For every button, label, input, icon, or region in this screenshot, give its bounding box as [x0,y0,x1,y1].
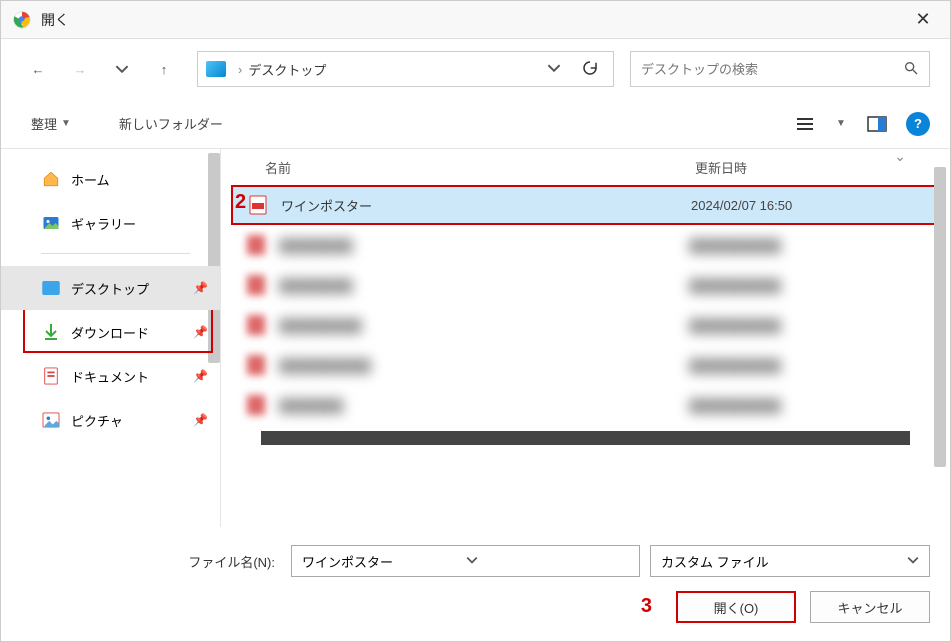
file-name: ワインポスター [281,196,691,215]
sidebar-pictures[interactable]: ピクチャ 📌 [1,398,220,442]
sidebar-gallery[interactable]: ギャラリー [1,201,220,245]
filename-row: ファイル名(N): ワインポスター カスタム ファイル [21,545,930,577]
sidebar-documents-label: ドキュメント [71,367,149,386]
sidebar-downloads[interactable]: ダウンロード 📌 [1,310,220,354]
pin-icon: 📌 [193,369,208,383]
preview-pane-button[interactable] [862,109,892,139]
new-folder-label: 新しいフォルダー [119,114,223,133]
pictures-icon [41,410,61,430]
organize-label: 整理 [31,114,57,133]
titlebar: 開く ✕ [1,1,950,39]
dialog-title: 開く [41,10,908,30]
recent-dropdown[interactable] [105,52,139,86]
file-row-blurred[interactable]: █████████████████ [221,385,950,425]
pin-icon: 📌 [193,413,208,427]
open-button[interactable]: 開く(O) [676,591,796,623]
help-button[interactable]: ? [906,112,930,136]
filename-input[interactable]: ワインポスター [291,545,640,577]
sidebar-desktop[interactable]: デスクトップ 📌 [1,266,220,310]
view-mode-menu[interactable] [790,109,820,139]
path-location[interactable]: デスクトップ [248,60,533,79]
organize-menu[interactable]: 整理 ▼ [21,108,81,139]
sort-indicator-icon: ⌄ [894,149,906,165]
sidebar-desktop-label: デスクトップ [71,279,149,298]
buttons-row: 3 開く(O) キャンセル [21,591,930,623]
home-icon [41,169,61,189]
view-mode-chevron[interactable]: ▼ [826,109,856,139]
search-icon[interactable] [903,60,919,79]
dialog-footer: ファイル名(N): ワインポスター カスタム ファイル 3 開く(O) キャンセ… [1,527,950,641]
dialog-body: ホーム ギャラリー 1 デスクトップ 📌 ダウンロード 📌 [1,149,950,527]
close-button[interactable]: ✕ [908,5,938,35]
sidebar-divider [41,253,190,254]
gallery-icon [41,213,61,233]
sidebar: ホーム ギャラリー 1 デスクトップ 📌 ダウンロード 📌 [1,149,221,527]
up-button[interactable]: ↑ [147,52,181,86]
search-box[interactable] [630,51,930,87]
filetype-select[interactable]: カスタム ファイル [650,545,930,577]
pdf-icon [247,194,269,216]
file-row-blurred[interactable]: ██████████████████ [221,225,950,265]
pin-icon: 📌 [193,281,208,295]
downloads-icon [41,322,61,342]
open-file-dialog: 開く ✕ ← → ↑ › デスクトップ 整理 ▼ 新しいフォルダー ▼ [0,0,951,642]
path-breadcrumb[interactable]: › デスクトップ [197,51,614,87]
sidebar-pictures-label: ピクチャ [71,411,123,430]
new-folder-button[interactable]: 新しいフォルダー [109,108,233,139]
column-date-label: 更新日時 [695,161,747,176]
column-name-header[interactable]: 名前 [265,158,695,177]
path-dropdown-icon[interactable] [547,61,561,78]
file-list-header: 名前 更新日時 ⌄ [221,149,950,185]
file-row-blurred[interactable]: ███████████████████ [221,305,950,345]
chrome-icon [13,11,31,29]
desktop-icon [41,278,61,298]
file-list: 名前 更新日時 ⌄ 2 ワインポスター 2024/02/07 16:50 ███… [221,149,950,527]
file-row-blurred[interactable]: ██████████████████ [221,265,950,305]
pin-icon: 📌 [193,325,208,339]
forward-button[interactable]: → [63,52,97,86]
open-button-label: 開く(O) [714,598,759,617]
sidebar-home[interactable]: ホーム [1,157,220,201]
cancel-button-label: キャンセル [837,598,902,617]
refresh-button[interactable] [575,59,605,80]
sidebar-gallery-label: ギャラリー [71,214,136,233]
breadcrumb-separator-icon: › [238,62,242,77]
callout-2: 2 [235,191,246,214]
filelist-scrollbar[interactable] [934,167,946,467]
file-date: 2024/02/07 16:50 [691,198,792,213]
chevron-down-icon: ▼ [61,118,71,129]
file-row-blurred[interactable]: ████████████████████ [221,345,950,385]
sidebar-downloads-label: ダウンロード [71,323,149,342]
folder-icon [206,61,226,77]
filename-label: ファイル名(N): [21,552,281,571]
sidebar-home-label: ホーム [71,170,110,189]
toolbar: 整理 ▼ 新しいフォルダー ▼ ? [1,99,950,149]
file-row-selected[interactable]: ワインポスター 2024/02/07 16:50 [231,185,940,225]
cancel-button[interactable]: キャンセル [810,591,930,623]
documents-icon [41,366,61,386]
column-date-header[interactable]: 更新日時 ⌄ [695,158,950,177]
filename-value: ワインポスター [302,552,466,571]
search-input[interactable] [641,62,903,77]
callout-3: 3 [641,595,652,618]
horizontal-scrollbar[interactable] [261,431,910,445]
sidebar-documents[interactable]: ドキュメント 📌 [1,354,220,398]
filename-dropdown-icon[interactable] [466,554,630,569]
back-button[interactable]: ← [21,52,55,86]
filetype-value: カスタム ファイル [661,552,907,571]
filetype-dropdown-icon[interactable] [907,554,919,569]
navigation-bar: ← → ↑ › デスクトップ [1,39,950,99]
